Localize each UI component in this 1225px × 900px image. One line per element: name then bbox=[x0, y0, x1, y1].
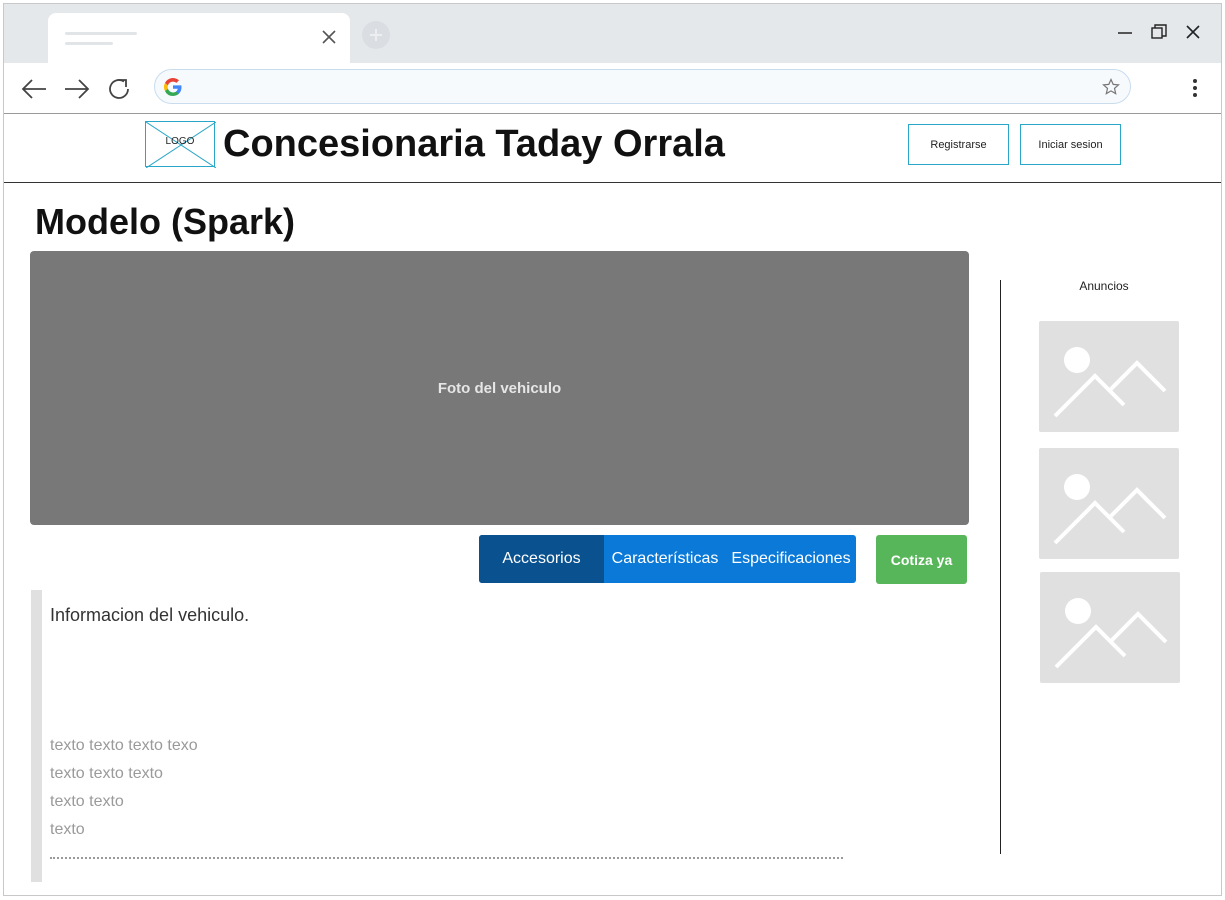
google-icon bbox=[164, 78, 182, 96]
tab-caracteristicas[interactable]: Características bbox=[604, 535, 726, 583]
quote-button[interactable]: Cotiza ya bbox=[876, 535, 967, 584]
ad-image-2[interactable] bbox=[1039, 448, 1179, 559]
logo-text: LOGO bbox=[165, 136, 195, 147]
site-header: LOGO Concesionaria Taday Orrala Registra… bbox=[4, 114, 1221, 183]
browser-tab[interactable] bbox=[48, 13, 350, 63]
browser-toolbar bbox=[4, 63, 1221, 114]
close-window-icon[interactable] bbox=[1183, 22, 1203, 42]
browser-tab-bar bbox=[4, 4, 1221, 63]
address-bar[interactable] bbox=[154, 69, 1131, 104]
vehicle-info-panel: Informacion del vehiculo. texto texto te… bbox=[31, 590, 843, 882]
back-arrow-icon[interactable] bbox=[19, 74, 49, 104]
more-menu-icon[interactable] bbox=[1184, 76, 1206, 100]
login-button[interactable]: Iniciar sesion bbox=[1020, 124, 1121, 165]
info-line: texto texto texto texo bbox=[50, 737, 198, 754]
page-content: LOGO Concesionaria Taday Orrala Registra… bbox=[4, 114, 1221, 895]
ad-image-1[interactable] bbox=[1039, 321, 1179, 432]
ad-image-3[interactable] bbox=[1040, 572, 1180, 683]
image-placeholder-icon bbox=[1053, 474, 1167, 545]
sidebar-divider bbox=[1000, 280, 1001, 854]
image-placeholder-icon bbox=[1054, 598, 1168, 669]
new-tab-button[interactable] bbox=[362, 21, 390, 49]
forward-arrow-icon[interactable] bbox=[62, 74, 92, 104]
info-line: texto texto texto bbox=[50, 765, 163, 782]
logo[interactable]: LOGO bbox=[145, 121, 216, 168]
info-line: texto bbox=[50, 821, 85, 838]
page-title: Modelo (Spark) bbox=[35, 201, 296, 242]
bookmark-star-icon[interactable] bbox=[1101, 77, 1121, 97]
dotted-divider bbox=[50, 857, 843, 859]
register-button[interactable]: Registrarse bbox=[908, 124, 1009, 165]
close-tab-icon[interactable] bbox=[319, 27, 339, 47]
plus-icon bbox=[370, 29, 382, 41]
tab-subtitle-placeholder bbox=[65, 42, 113, 45]
image-placeholder-icon bbox=[1053, 347, 1167, 418]
info-title: Informacion del vehiculo. bbox=[50, 605, 250, 625]
tab-title-placeholder bbox=[65, 32, 137, 35]
info-text: texto texto texto texo texto texto texto… bbox=[50, 732, 198, 844]
info-line: texto texto bbox=[50, 793, 124, 810]
site-title: Concesionaria Taday Orrala bbox=[223, 123, 725, 165]
browser-window: LOGO Concesionaria Taday Orrala Registra… bbox=[3, 3, 1222, 896]
reload-icon[interactable] bbox=[104, 74, 134, 104]
vehicle-photo: Foto del vehiculo bbox=[30, 251, 969, 525]
tab-especificaciones[interactable]: Especificaciones bbox=[726, 535, 856, 583]
vehicle-photo-label: Foto del vehiculo bbox=[437, 379, 562, 397]
tab-accesorios[interactable]: Accesorios bbox=[479, 535, 604, 583]
ads-heading: Anuncios bbox=[1079, 279, 1129, 293]
minimize-icon[interactable] bbox=[1115, 22, 1135, 42]
vehicle-info-tabs: Accesorios Características Especificacio… bbox=[479, 535, 856, 583]
restore-icon[interactable] bbox=[1149, 22, 1169, 42]
